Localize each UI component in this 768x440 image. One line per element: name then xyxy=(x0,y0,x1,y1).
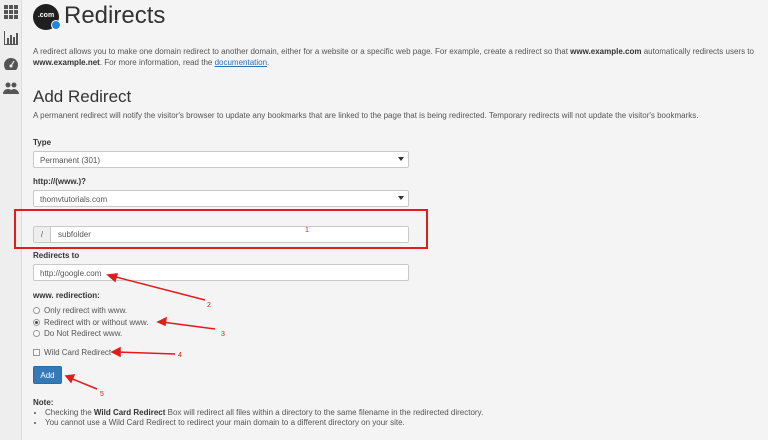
radio-button-selected[interactable] xyxy=(33,319,40,326)
www-redirection-label: www. redirection: xyxy=(33,291,100,300)
annotation-number-5: 5 xyxy=(100,391,104,398)
grid-icon[interactable] xyxy=(3,4,19,20)
radio-button[interactable] xyxy=(33,307,40,314)
radio-button[interactable] xyxy=(33,330,40,337)
add-button[interactable]: Add xyxy=(33,366,62,384)
logo-text: .com xyxy=(37,12,55,19)
type-label: Type xyxy=(33,138,52,147)
radio-only-www[interactable]: Only redirect with www. xyxy=(33,306,127,315)
annotation-arrow-4 xyxy=(115,351,176,355)
redirects-to-input[interactable]: http://google.com xyxy=(33,264,409,281)
section-title: Add Redirect xyxy=(33,87,132,106)
page-title: Redirects xyxy=(64,2,166,29)
radio-do-not-redirect-www[interactable]: Do Not Redirect www. xyxy=(33,329,122,338)
annotation-highlight-box xyxy=(14,209,428,249)
intro-text: A redirect allows you to make one domain… xyxy=(33,47,754,67)
domain-label: http://(www.)? xyxy=(33,177,87,186)
caret-down-icon xyxy=(398,157,404,161)
users-icon[interactable] xyxy=(3,80,19,96)
type-select[interactable]: Permanent (301) xyxy=(33,151,409,168)
wildcard-checkbox[interactable] xyxy=(33,349,40,356)
caret-down-icon xyxy=(398,196,404,200)
note-list: Checking the Wild Card Redirect Box will… xyxy=(45,408,483,428)
annotation-arrow-5 xyxy=(69,377,98,390)
annotation-number-4: 4 xyxy=(178,352,182,359)
note-item: Checking the Wild Card Redirect Box will… xyxy=(45,408,483,418)
annotation-number-2: 2 xyxy=(207,302,211,309)
logo-badge xyxy=(51,20,61,30)
redirects-to-label: Redirects to xyxy=(33,251,80,260)
annotation-arrowhead-4 xyxy=(110,346,121,358)
dashboard-icon[interactable] xyxy=(3,56,19,72)
domain-select[interactable]: thomvtutorials.com xyxy=(33,190,409,207)
note-title: Note: xyxy=(33,398,54,407)
annotation-arrowhead-5 xyxy=(64,374,76,384)
type-select-value: Permanent (301) xyxy=(40,156,101,165)
annotation-arrowhead-3 xyxy=(156,316,167,327)
annotation-number-1: 1 xyxy=(305,227,309,234)
section-description: A permanent redirect will notify the vis… xyxy=(33,111,699,120)
wildcard-redirect-checkbox-row[interactable]: Wild Card Redirect xyxy=(33,348,111,357)
annotation-number-3: 3 xyxy=(221,331,225,338)
domain-logo-icon: .com xyxy=(33,4,61,30)
chart-icon[interactable] xyxy=(3,30,19,46)
documentation-link[interactable]: documentation xyxy=(215,58,267,67)
note-item: You cannot use a Wild Card Redirect to r… xyxy=(45,418,483,428)
annotation-arrow-3 xyxy=(161,321,216,330)
radio-with-or-without-www[interactable]: Redirect with or without www. xyxy=(33,318,148,327)
domain-select-value: thomvtutorials.com xyxy=(40,195,108,204)
